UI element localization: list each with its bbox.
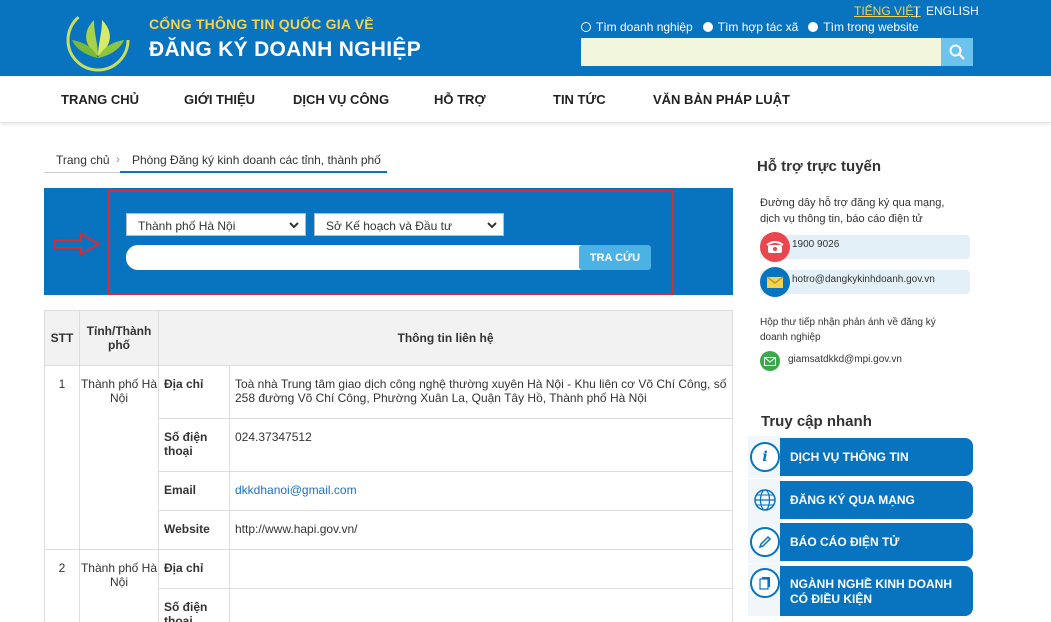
breadcrumb-current: Phòng Đăng ký kinh doanh các tỉnh, thành… <box>132 153 381 167</box>
info-icon: i <box>750 442 780 472</box>
nav-news[interactable]: TIN TỨC <box>553 92 606 107</box>
col-header-province: Tỉnh/Thành phố <box>79 310 159 366</box>
mail-icon <box>760 267 790 297</box>
globe-icon <box>750 485 780 515</box>
radio-cooperative-dot[interactable] <box>702 22 713 32</box>
support-title: Hỗ trợ trực tuyến <box>757 158 882 175</box>
support-email[interactable]: hotro@dangkykinhdoanh.gov.vn <box>760 270 970 294</box>
phone-icon <box>760 232 790 262</box>
radio-cooperative-label: Tìm hợp tác xã <box>717 20 799 34</box>
website-value: http://www.hapi.gov.vn/ <box>229 510 733 550</box>
phone-value <box>229 588 733 622</box>
lookup-keyword-input[interactable] <box>126 245 651 270</box>
feedback-email[interactable]: giamsatdkkd@mpi.gov.vn <box>788 354 902 366</box>
nav-legal-documents[interactable]: VĂN BẢN PHÁP LUẬT <box>653 92 790 107</box>
quick-link-online-registration[interactable]: ĐĂNG KÝ QUA MẠNG <box>780 481 973 519</box>
row-province: Thành phố Hà Nội <box>79 365 159 550</box>
nav-about[interactable]: GIỚI THIỆU <box>184 92 255 107</box>
breadcrumb-home[interactable]: Trang chủ <box>56 153 110 167</box>
radio-business[interactable]: Tìm doanh nghiệp <box>581 20 693 34</box>
agency-select[interactable]: Sở Kế hoạch và Đầu tư <box>314 213 504 236</box>
email-label: Email <box>158 471 230 511</box>
lang-separator: | <box>915 4 919 18</box>
radio-business-label: Tìm doanh nghiệp <box>596 20 693 34</box>
quick-link-conditional-business[interactable]: NGÀNH NGHỀ KINH DOANH CÓ ĐIỀU KIỆN <box>780 566 973 616</box>
address-label: Địa chỉ <box>158 549 230 589</box>
row-province: Thành phố Hà Nội <box>79 549 159 622</box>
header-search-input[interactable] <box>581 38 941 66</box>
feedback-text: Hộp thư tiếp nhận phản ánh về đăng ký do… <box>760 317 936 343</box>
table-header-row: STT Tỉnh/Thành phố Thông tin liên hệ <box>44 310 733 366</box>
support-text: Đường dây hỗ trợ đăng ký qua mạng, dịch … <box>760 197 945 225</box>
lang-english-link[interactable]: ENGLISH <box>926 4 979 18</box>
site-subtitle: CỔNG THÔNG TIN QUỐC GIA VỀ <box>149 16 374 32</box>
quick-link-e-report[interactable]: BÁO CÁO ĐIỆN TỬ <box>780 523 973 561</box>
col-header-contact: Thông tin liên hệ <box>158 310 733 366</box>
phone-label: Số điện thoại <box>158 588 230 622</box>
nav-support[interactable]: HỖ TRỢ <box>434 92 486 107</box>
site-title[interactable]: ĐĂNG KÝ DOANH NGHIỆP <box>149 38 421 62</box>
chevron-down-icon <box>289 222 299 229</box>
main-nav: TRANG CHỦ GIỚI THIỆU DỊCH VỤ CÔNG HỖ TRỢ… <box>0 76 1051 123</box>
breadcrumb-active-underline <box>120 171 387 173</box>
agency-select-value: Sở Kế hoạch và Đầu tư <box>326 219 452 233</box>
pencil-icon <box>750 527 780 557</box>
header-search-button[interactable] <box>941 38 973 66</box>
nav-public-services[interactable]: DỊCH VỤ CÔNG <box>293 92 389 107</box>
search-icon <box>949 44 965 60</box>
highlight-box <box>108 190 674 295</box>
chevron-down-icon <box>487 222 497 229</box>
breadcrumb-arrow-icon: › <box>116 152 120 166</box>
radio-business-dot[interactable] <box>581 22 591 32</box>
envelope-icon <box>760 351 780 371</box>
address-value <box>229 549 733 589</box>
radio-website-dot[interactable] <box>808 22 819 32</box>
radio-website-label: Tìm trong website <box>823 20 919 34</box>
support-phone[interactable]: 1900 9026 <box>760 235 970 259</box>
quick-access-title: Truy cập nhanh <box>761 413 872 430</box>
phone-label: Số điện thoại <box>158 418 230 472</box>
document-icon <box>750 568 780 598</box>
email-link[interactable]: dkkdhanoi@gmail.com <box>235 483 357 497</box>
table-row: 1 Thành phố Hà Nội Địa chỉ Toà nhà Trung… <box>44 365 733 550</box>
address-label: Địa chỉ <box>158 365 230 419</box>
col-header-stt: STT <box>44 310 80 366</box>
province-select[interactable]: Thành phố Hà Nội <box>126 213 306 236</box>
phone-value: 024.37347512 <box>229 418 733 472</box>
radio-website[interactable]: Tìm trong website <box>808 20 919 34</box>
row-stt: 1 <box>44 365 80 550</box>
site-header: CỔNG THÔNG TIN QUỐC GIA VỀ ĐĂNG KÝ DOANH… <box>0 0 1051 76</box>
quick-link-info-service[interactable]: DỊCH VỤ THÔNG TIN <box>780 438 973 476</box>
radio-cooperative[interactable]: Tìm hợp tác xã <box>702 20 799 34</box>
lang-vietnamese-link[interactable]: TIẾNG VIỆT <box>854 4 921 18</box>
lookup-button[interactable]: TRA CỨU <box>579 245 651 270</box>
row-stt: 2 <box>44 549 80 622</box>
search-scope-options: Tìm doanh nghiệp Tìm hợp tác xã Tìm tron… <box>581 20 919 34</box>
address-value: Toà nhà Trung tâm giao dịch công nghệ th… <box>229 365 733 419</box>
nav-home[interactable]: TRANG CHỦ <box>61 92 139 107</box>
highlight-arrow-icon <box>54 232 101 256</box>
logo-icon[interactable] <box>64 6 132 72</box>
website-label: Website <box>158 510 230 550</box>
province-select-value: Thành phố Hà Nội <box>138 219 236 233</box>
office-table: STT Tỉnh/Thành phố Thông tin liên hệ 1 T… <box>44 310 733 622</box>
table-row: 2 Thành phố Hà Nội Địa chỉ <box>44 549 733 622</box>
